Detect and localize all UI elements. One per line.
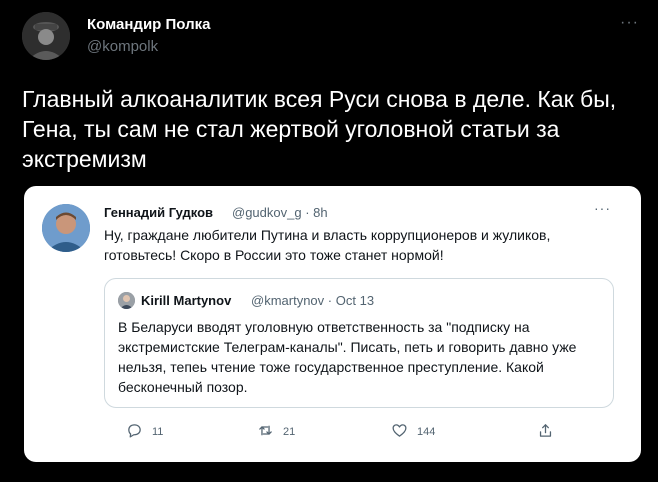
reply-count: 11: [152, 426, 164, 438]
embedded-tweet-text: Ну, граждане любители Путина и власть ко…: [104, 227, 551, 263]
quoted-author-avatar: [118, 292, 135, 309]
action-bar: 11 21 144: [104, 422, 614, 442]
tweet-text: Главный алкоаналитик всея Руси снова в д…: [22, 86, 617, 172]
embedded-author-name[interactable]: Геннадий Гудков: [104, 205, 213, 220]
quoted-author-handle: @kmartynov: [251, 293, 325, 308]
embedded-author-handle[interactable]: @gudkov_g: [232, 205, 302, 220]
like-count: 144: [417, 426, 436, 438]
quoted-tweet[interactable]: Kirill Martynov @kmartynov · Oct 13 В Бе…: [104, 278, 614, 408]
heart-icon: [391, 422, 408, 442]
embedded-author-meta: @gudkov_g · 8h: [232, 205, 328, 220]
retweet-button[interactable]: 21: [257, 422, 295, 442]
like-button[interactable]: 144: [391, 422, 435, 442]
author-handle[interactable]: @kompolk: [87, 38, 158, 55]
retweet-icon: [257, 422, 274, 442]
embedded-more-options-button[interactable]: ···: [594, 200, 611, 216]
embedded-author-avatar[interactable]: [42, 204, 90, 252]
embedded-tweet-card[interactable]: Геннадий Гудков @gudkov_g · 8h ··· Ну, г…: [24, 186, 641, 462]
more-options-button[interactable]: ···: [620, 14, 639, 32]
separator-dot: ·: [305, 205, 314, 220]
share-icon: [537, 422, 554, 442]
embedded-time[interactable]: 8h: [313, 205, 327, 220]
share-button[interactable]: [537, 422, 554, 442]
quoted-author-meta: @kmartynov · Oct 13: [251, 293, 374, 308]
separator-dot: ·: [327, 293, 336, 308]
author-name[interactable]: Командир Полка: [87, 16, 210, 33]
avatar[interactable]: [22, 12, 70, 60]
quoted-tweet-text: В Беларуси вводят уголовную ответственно…: [118, 319, 577, 395]
quoted-date: Oct 13: [335, 293, 375, 308]
reply-icon: [126, 422, 143, 442]
quoted-author-name: Kirill Martynov: [141, 293, 232, 308]
retweet-count: 21: [283, 426, 296, 438]
reply-button[interactable]: 11: [126, 422, 163, 442]
